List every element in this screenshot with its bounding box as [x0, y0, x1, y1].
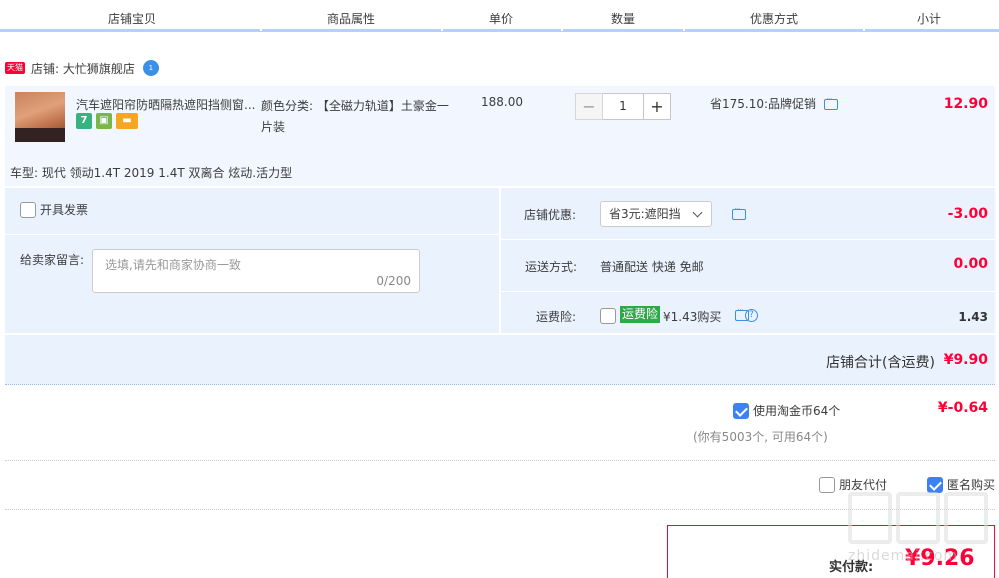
header-col-price: 单价 [489, 12, 514, 26]
item-row: 汽车遮阳帘防晒隔热遮阳挡侧窗... 7 ▣ ▬ 颜色分类: 【全磁力轨道】土豪金… [5, 86, 995, 186]
tmall-icon: 天猫 [5, 62, 25, 74]
header-col-props: 商品属性 [327, 12, 376, 26]
shop-name[interactable]: 店铺: 大忙狮旗舰店 [31, 60, 135, 77]
promo-label: 省175.10:品牌促销 [710, 97, 817, 111]
insurance-amount: 1.43 [958, 310, 988, 324]
taojinbi-option[interactable]: 使用淘金币64个 [733, 402, 840, 419]
header-col-promo: 优惠方式 [750, 12, 799, 26]
wangwang-chat-icon[interactable]: 1 [142, 60, 159, 76]
product-thumbnail[interactable] [15, 92, 65, 142]
shop-discount-amount: -3.00 [947, 206, 988, 222]
shop-total-label: 店铺合计(含运费) [826, 355, 935, 371]
shipping-label: 运送方式: [525, 260, 578, 274]
chat-bubble-icon[interactable] [823, 95, 838, 110]
anonymous-checkbox[interactable] [927, 476, 943, 493]
shop-discount-label: 店铺优惠: [524, 208, 577, 222]
quantity-input[interactable]: 1 [603, 93, 643, 120]
service-icons: 7 ▣ ▬ [76, 113, 138, 129]
promo-text: 省175.10:品牌促销 [710, 95, 838, 112]
help-icon[interactable]: ? [745, 309, 758, 322]
shop-discount-value: 省3元:遮阳挡 [609, 207, 681, 221]
seven-day-return-icon[interactable]: 7 [76, 113, 92, 129]
quantity-plus-button[interactable]: + [643, 93, 671, 120]
shop-total-amount: ¥9.90 [943, 352, 988, 368]
item-subtotal: 12.90 [943, 96, 988, 112]
credit-card-icon[interactable]: ▬ [116, 113, 138, 129]
invoice-label: 开具发票 [40, 203, 89, 217]
chat-bubble-icon[interactable] [732, 205, 746, 220]
message-label: 给卖家留言: [20, 253, 85, 267]
friend-pay-label: 朋友代付 [839, 478, 888, 492]
insurance-price: ¥1.43购买 [663, 310, 722, 324]
invoice-option[interactable]: 开具发票 [20, 201, 88, 218]
taojinbi-checkbox[interactable] [733, 402, 749, 419]
message-placeholder: 选填,请先和商家协商一致 [105, 258, 241, 272]
header-col-subtotal: 小计 [917, 12, 942, 26]
taojinbi-balance: (你有5003个, 可用64个) [693, 430, 828, 444]
header-col-items: 店铺宝贝 [108, 12, 157, 26]
item-property: 颜色分类: 【全磁力轨道】土豪金一片装 [261, 99, 449, 134]
anonymous-label: 匿名购买 [947, 478, 996, 492]
watermark-text: zhidemai.com [848, 548, 959, 564]
header-col-qty: 数量 [611, 12, 636, 26]
insurance-badge: 运费险 [620, 306, 661, 323]
taojinbi-amount: ¥-0.64 [937, 400, 988, 416]
anonymous-option[interactable]: 匿名购买 [927, 476, 995, 493]
insurance-checkbox[interactable] [600, 308, 616, 324]
chevron-down-icon [692, 207, 703, 218]
cart-header: 店铺宝贝 商品属性 单价 数量 优惠方式 小计 [0, 0, 999, 32]
taojinbi-label: 使用淘金币64个 [753, 404, 841, 418]
insurance-label: 运费险: [536, 310, 577, 324]
shop-discount-select[interactable]: 省3元:遮阳挡 [600, 201, 712, 227]
invoice-checkbox[interactable] [20, 201, 36, 218]
friend-pay-checkbox[interactable] [819, 476, 835, 493]
guarantee-icon[interactable]: ▣ [96, 113, 112, 129]
shipping-method: 普通配送 快递 免邮 [600, 260, 704, 274]
car-model: 车型: 现代 领动1.4T 2019 1.4T 双离合 炫动.活力型 [10, 166, 293, 180]
message-counter: 0/200 [376, 274, 411, 288]
watermark: zhidemai.com [848, 492, 994, 572]
quantity-stepper: − 1 + [575, 93, 671, 120]
item-title[interactable]: 汽车遮阳帘防晒隔热遮阳挡侧窗... [76, 96, 256, 113]
shop-line: 天猫 店铺: 大忙狮旗舰店 1 [5, 58, 159, 78]
shipping-amount: 0.00 [953, 256, 988, 272]
friend-pay-option[interactable]: 朋友代付 [819, 476, 887, 493]
shop-total-bar: 店铺合计(含运费) ¥9.90 [5, 335, 995, 385]
unit-price: 188.00 [481, 95, 523, 109]
quantity-minus-button[interactable]: − [575, 93, 603, 120]
seller-message-input[interactable]: 选填,请先和商家协商一致 0/200 [92, 249, 420, 293]
